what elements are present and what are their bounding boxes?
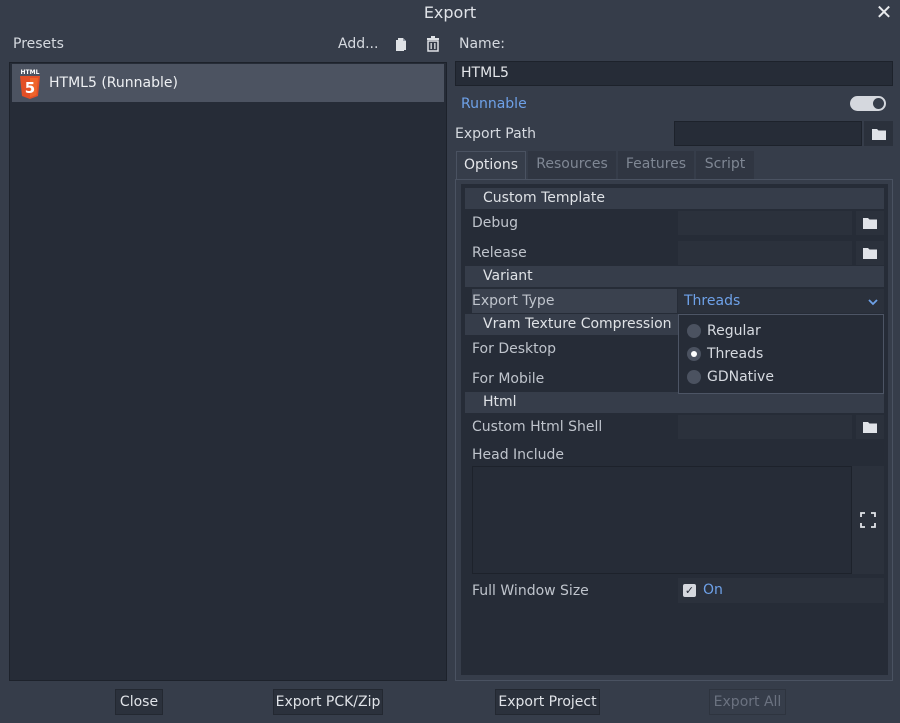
export-type-popup: Regular Threads GDNative [678,314,884,394]
tab-features[interactable]: Features [618,151,694,180]
release-label: Release [472,245,527,261]
debug-folder-icon[interactable] [856,211,884,235]
presets-list: HTML 5 HTML5 (Runnable) [9,62,447,681]
option-label: GDNative [707,369,774,385]
tab-options[interactable]: Options [456,151,526,180]
section-variant[interactable]: Variant [465,266,884,287]
full-window-size-value: On [703,582,723,598]
for-desktop-label: For Desktop [472,341,557,357]
release-path-input[interactable] [678,241,852,265]
export-path-label: Export Path [455,126,537,142]
export-type-option-gdnative[interactable]: GDNative [687,367,877,387]
export-project-button[interactable]: Export Project [495,689,600,715]
delete-icon[interactable] [424,35,444,55]
export-path-folder-icon[interactable] [864,121,893,146]
head-include-label: Head Include [472,447,565,463]
head-include-textarea[interactable] [472,466,852,574]
duplicate-icon[interactable] [392,35,412,55]
preset-item-html5[interactable]: HTML 5 HTML5 (Runnable) [12,64,444,102]
radio-selected-icon [687,347,701,361]
section-custom-template[interactable]: Custom Template [465,188,884,209]
section-html[interactable]: Html [465,392,884,413]
add-preset-button[interactable]: Add... [338,34,378,54]
option-label: Regular [707,323,761,339]
export-all-button[interactable]: Export All [709,689,786,715]
export-type-option-threads[interactable]: Threads [687,344,877,364]
full-window-size-checkbox[interactable]: ✓ On [678,578,884,603]
custom-html-shell-folder-icon[interactable] [856,415,884,439]
export-type-label: Export Type [472,289,677,313]
radio-icon [687,324,701,338]
svg-text:HTML: HTML [21,69,40,76]
name-input[interactable]: HTML5 [455,61,893,86]
svg-text:5: 5 [25,79,35,97]
export-path-input[interactable] [674,121,862,146]
html5-icon: HTML 5 [19,68,41,100]
name-label: Name: [459,36,506,52]
chevron-down-icon [866,293,880,307]
runnable-label: Runnable [461,96,527,112]
debug-label: Debug [472,215,519,231]
debug-path-input[interactable] [678,211,852,235]
option-label: Threads [707,346,764,362]
radio-icon [687,370,701,384]
export-type-value: Threads [684,293,741,309]
close-button[interactable]: Close [115,689,163,715]
expand-icon[interactable] [852,466,884,574]
full-window-size-label: Full Window Size [472,583,589,599]
preset-item-label: HTML5 (Runnable) [49,75,178,91]
dialog-title: Export [423,3,477,22]
custom-html-shell-label: Custom Html Shell [472,419,603,435]
tab-script[interactable]: Script [696,151,754,180]
custom-html-shell-input[interactable] [678,415,852,439]
check-icon: ✓ [683,584,696,597]
export-type-dropdown[interactable]: Threads [678,289,884,313]
release-folder-icon[interactable] [856,241,884,265]
for-mobile-label: For Mobile [472,371,545,387]
tab-resources[interactable]: Resources [528,151,616,180]
export-type-option-regular[interactable]: Regular [687,321,877,341]
export-pck-zip-button[interactable]: Export PCK/Zip [273,689,383,715]
close-icon[interactable]: ✕ [874,2,894,22]
runnable-toggle[interactable] [850,96,886,111]
presets-label: Presets [13,36,64,52]
